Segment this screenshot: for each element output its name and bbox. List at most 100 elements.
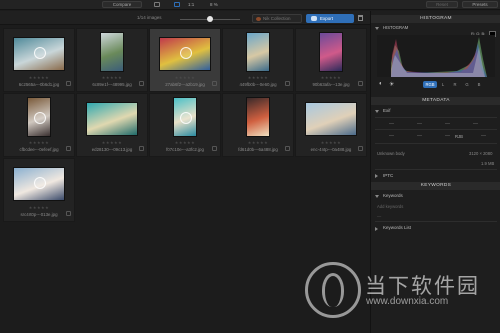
flag-icon[interactable] [358,81,363,86]
rating-stars[interactable]: ★★★★★ [4,75,74,80]
thumbnail-cell[interactable]: ★★★★★ 6c89e1f---48995.jpg [76,28,148,92]
rotate-overlay-icon[interactable] [180,112,192,124]
thumbnail-cell[interactable]: ★★★★★ fd61d0b---6a488.jpg [222,93,294,157]
divider [375,221,497,222]
thumbnail-filename: src4rt0p---013e.jpg [20,212,58,217]
exif-value: — [481,133,486,139]
thumbnail-cell[interactable]: ★★★★★ cfbcdee---0efeef.jpg [3,93,75,157]
flag-icon[interactable] [285,146,290,151]
exif-tag: RJB [455,134,463,139]
thumbnail-filename: fd61d0b---6a488.jpg [238,147,278,152]
image-dimensions: 3120 × 2080 [469,151,493,156]
keywords-list-expand-icon[interactable] [375,227,378,231]
rating-stars[interactable]: ★★★★★ [4,140,74,145]
thumbnail-cell[interactable]: ★★★★★ 6c2565a---0b6d1.jpg [3,28,75,92]
rating-stars[interactable]: ★★★★★ [77,140,147,145]
thumbnail-cell[interactable]: ★★★★★ 90b63afa---13e.jpg [295,28,367,92]
rotate-overlay-icon[interactable] [34,47,46,59]
thumbnail-cell[interactable]: ★★★★★ 27ab6f2---a2b19.jpg [149,28,221,92]
exif-value: — [389,133,394,139]
metadata-header[interactable]: METADATA [371,97,500,105]
divider [375,117,497,118]
exif-value: — [417,121,422,127]
zoom-percent[interactable]: 8 % [210,2,218,7]
thumbnail-cell[interactable]: ★★★★★ f07c10e---a3fc2.jpg [149,93,221,157]
image-count: 1/14 images [137,15,162,20]
nik-collection-button[interactable]: Nik Collection [252,14,302,23]
rotate-overlay-icon[interactable] [180,47,192,59]
rotate-overlay-icon[interactable] [34,177,46,189]
browser-header: 1/14 images Nik Collection Export [0,11,370,25]
iptc-label[interactable]: IPTC [383,173,393,178]
rating-stars[interactable]: ★★★★★ [296,75,366,80]
flag-icon[interactable] [66,211,71,216]
rating-stars[interactable]: ★★★★★ [4,205,74,210]
rating-stars[interactable]: ★★★★★ [150,140,220,145]
histogram-chart [377,35,495,77]
flag-icon[interactable] [212,146,217,151]
flag-icon[interactable] [358,146,363,151]
zoom-ratio[interactable]: 1:1 [188,2,194,7]
flag-icon[interactable] [66,81,71,86]
keywords-list-label[interactable]: Keywords List [383,225,411,230]
rating-stars[interactable]: ★★★★★ [223,140,293,145]
thumbnail-cell[interactable]: ★★★★★ ed28130---09c13.jpg [76,93,148,157]
shadow-clip-icon[interactable]: ◐ [379,81,383,87]
rating-stars[interactable]: ★★★★★ [150,75,220,80]
exif-collapse-icon[interactable] [375,110,379,113]
histogram-channel-button[interactable]: R [451,81,459,88]
rating-stars[interactable]: ★★★★★ [223,75,293,80]
thumbnail-filename: 449fb0b---0e60.jpg [239,82,277,87]
nik-collection-icon [256,17,261,21]
thumbnail-cell[interactable]: ★★★★★ src4rt0p---013e.jpg [3,158,75,222]
thumbnail-cell[interactable]: ★★★★★ enc-4ntp---0a488.jpg [295,93,367,157]
presets-button[interactable]: Presets [462,1,498,8]
divider [375,129,497,130]
nik-collection-label: Nik Collection [263,16,291,21]
histogram-channel-button[interactable]: RGB [423,81,437,88]
flag-icon[interactable] [139,146,144,151]
thumbnail-filename: 90b63afa---13e.jpg [312,82,350,87]
file-size: 1.9 MB [481,161,495,166]
compare-button[interactable]: Compare [102,1,142,8]
highlight-clip-icon[interactable]: ☀ [389,81,394,88]
thumb-size-knob[interactable] [207,16,213,22]
export-label: Export [320,16,334,21]
thumbnail-filename: ed28130---09c13.jpg [91,147,133,152]
exif-value: — [389,121,394,127]
rotate-overlay-icon[interactable] [34,112,46,124]
thumbnail-image [246,97,270,137]
flag-icon[interactable] [139,81,144,86]
export-button[interactable]: Export [306,14,354,23]
rating-stars[interactable]: ★★★★★ [77,75,147,80]
thumbnail-image [100,32,124,72]
reset-button[interactable]: Reset [426,1,458,8]
thumbnail-filename: 27ab6f2---a2b19.jpg [165,82,205,87]
iptc-expand-icon[interactable] [375,174,378,178]
keywords-collapse-icon[interactable] [375,195,379,198]
trash-icon[interactable] [358,15,363,21]
thumbnail-filename: cfbcdee---0efeef.jpg [19,147,59,152]
flag-icon[interactable] [212,81,217,86]
exif-label: Exif [383,108,391,113]
camera-body: Unknown body [377,151,405,156]
histogram-channel-button[interactable]: B [475,81,483,88]
flag-icon[interactable] [66,146,71,151]
histogram-channel-button[interactable]: G [463,81,471,88]
thumbnail-image [246,32,270,72]
keywords-header[interactable]: KEYWORDS [371,182,500,190]
flag-icon[interactable] [285,81,290,86]
exif-value: — [445,133,450,139]
keywords-label: Keywords [383,193,403,198]
thumbnail-cell[interactable]: ★★★★★ 449fb0b---0e60.jpg [222,28,294,92]
histogram-channel-button[interactable]: L [439,81,447,88]
thumbnail-filename: enc-4ntp---0a488.jpg [310,147,352,152]
keywords-input[interactable]: Add keywords [377,204,403,209]
thumbnail-filename: f07c10e---a3fc2.jpg [166,147,204,152]
crop-icon[interactable] [174,2,180,7]
histogram-header[interactable]: HISTOGRAM [371,15,500,23]
divider [375,169,497,170]
thumbnail-filename: 6c89e1f---48995.jpg [92,82,132,87]
rating-stars[interactable]: ★★★★★ [296,140,366,145]
layout-icon[interactable] [154,2,160,7]
